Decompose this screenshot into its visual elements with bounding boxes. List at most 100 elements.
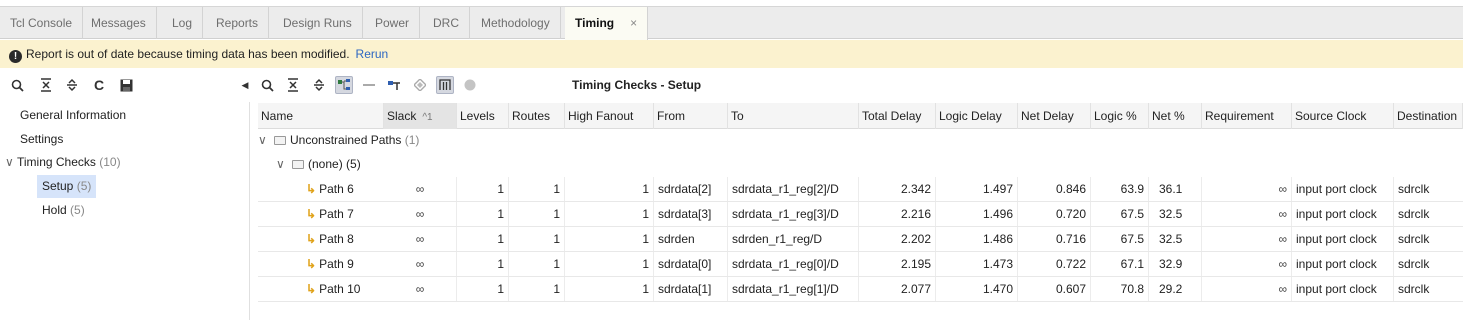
group-count: (1) [404,133,420,147]
rerun-link[interactable]: Rerun [356,47,389,61]
expand-all-icon[interactable] [63,76,81,94]
cell-levels: 1 [457,177,509,201]
column-header-net-delay[interactable]: Net Delay [1018,103,1091,129]
path-icon: ↳ [306,282,317,296]
tab-methodology[interactable]: Methodology [471,7,561,39]
tree-item-count: (10) [99,155,121,169]
cell-source-clock: input port clock [1292,177,1394,201]
tree-item-label: Hold [42,203,67,217]
path-icon: ↳ [306,207,317,221]
cell-net-delay: 0.716 [1018,227,1091,251]
cell-routes: 1 [509,252,565,276]
group-count: (5) [346,157,361,171]
column-header-destination[interactable]: Destination [1394,103,1463,129]
tab-power[interactable]: Power [365,7,421,39]
cell-requirement: ∞ [1202,202,1292,226]
tree-item-timing-checks[interactable]: ∨ Timing Checks (10) [5,151,121,174]
column-header-to[interactable]: To [728,103,859,129]
column-header-total-delay[interactable]: Total Delay [859,103,936,129]
report-tree: General Information Settings ∨ Timing Che… [0,102,250,320]
column-header-logic-delay[interactable]: Logic Delay [936,103,1018,129]
column-header-source-clock[interactable]: Source Clock [1292,103,1394,129]
folder-icon [274,136,286,145]
save-icon[interactable] [117,76,135,94]
cell-high-fanout: 1 [565,277,654,301]
cell-logic-percent: 67.1 [1091,252,1149,276]
cell-high-fanout: 1 [565,227,654,251]
column-header-from[interactable]: From [654,103,728,129]
cell-logic-delay: 1.470 [936,277,1018,301]
schematic-icon[interactable] [385,76,403,94]
splitter-arrow-icon[interactable]: ◀ [241,76,249,94]
search-icon[interactable] [258,76,276,94]
tree-item-hold[interactable]: Hold (5) [42,199,85,222]
group-label: Unconstrained Paths [290,133,402,147]
cell-routes: 1 [509,227,565,251]
minus-icon[interactable] [360,76,378,94]
column-header-levels[interactable]: Levels [457,103,509,129]
table-row[interactable]: ↳ Path 6 ∞ 1 1 1 sdrdata[2] sdrdata_r1_re… [258,177,1463,202]
table-row[interactable]: ↳ Path 10 ∞ 1 1 1 sdrdata[1] sdrdata_r1_r… [258,277,1463,302]
search-icon[interactable] [8,76,26,94]
chevron-down-icon[interactable]: ∨ [276,153,288,176]
cell-from: sdrdata[1] [654,277,728,301]
column-header-routes[interactable]: Routes [509,103,565,129]
diamond-icon[interactable] [411,76,429,94]
cell-destination: sdrclk [1398,182,1430,196]
expand-all-icon[interactable] [310,76,328,94]
hierarchy-icon[interactable] [335,76,353,94]
cell-slack: ∞ [384,227,457,251]
column-header-net-percent[interactable]: Net % [1149,103,1202,129]
tree-item-count: (5) [70,203,85,217]
cell-net-delay: 0.846 [1018,177,1091,201]
column-header-name[interactable]: Name [258,103,384,129]
cell-logic-delay: 1.496 [936,202,1018,226]
column-header-high-fanout[interactable]: High Fanout [565,103,654,129]
cell-logic-percent: 67.5 [1091,227,1149,251]
info-icon: ! [9,50,22,63]
tab-messages[interactable]: Messages [81,7,157,39]
tab-design-runs[interactable]: Design Runs [273,7,363,39]
cell-high-fanout: 1 [565,202,654,226]
chevron-down-icon[interactable]: ∨ [5,151,17,174]
close-icon[interactable]: × [630,16,637,30]
cell-to: sdrdata_r1_reg[0]/D [728,252,859,276]
table-row[interactable]: ↳ Path 8 ∞ 1 1 1 sdrden sdrden_r1_reg/D 2… [258,227,1463,252]
cell-destination: sdrclk [1398,207,1430,221]
cell-total-delay: 2.195 [859,252,936,276]
tab-timing[interactable]: Timing × [565,7,649,40]
cell-logic-delay: 1.497 [936,177,1018,201]
circle-icon[interactable] [461,76,479,94]
cell-logic-delay: 1.473 [936,252,1018,276]
tree-item-general-information[interactable]: General Information [20,104,126,127]
collapse-all-icon[interactable] [37,76,55,94]
columns-icon[interactable] [436,76,454,94]
cell-logic-delay: 1.486 [936,227,1018,251]
tree-item-setup[interactable]: Setup (5) [37,175,97,198]
cell-to: sdrdata_r1_reg[2]/D [728,177,859,201]
cell-routes: 1 [509,277,565,301]
group-none[interactable]: ∨ (none) (5) [276,153,361,176]
column-header-requirement[interactable]: Requirement [1202,103,1292,129]
tab-drc[interactable]: DRC [423,7,470,39]
tab-timing-label: Timing [575,16,615,30]
refresh-icon[interactable]: C [90,76,108,94]
tab-log[interactable]: Log [162,7,204,39]
chevron-down-icon[interactable]: ∨ [258,129,270,152]
path-icon: ↳ [306,232,317,246]
cell-from: sdrden [654,227,728,251]
column-header-logic-percent[interactable]: Logic % [1091,103,1149,129]
banner-text: Report is out of date because timing dat… [26,47,350,61]
tab-reports[interactable]: Reports [206,7,270,39]
cell-requirement: ∞ [1202,252,1292,276]
cell-source-clock: input port clock [1292,227,1394,251]
cell-net-delay: 0.720 [1018,202,1091,226]
column-header-slack[interactable]: Slack ^1 [384,103,457,129]
group-unconstrained-paths[interactable]: ∨ Unconstrained Paths (1) [258,129,419,152]
tab-tcl-console[interactable]: Tcl Console [0,7,84,39]
collapse-all-icon[interactable] [284,76,302,94]
table-row[interactable]: ↳ Path 7 ∞ 1 1 1 sdrdata[3] sdrdata_r1_re… [258,202,1463,227]
table-row[interactable]: ↳ Path 9 ∞ 1 1 1 sdrdata[0] sdrdata_r1_re… [258,252,1463,277]
cell-routes: 1 [509,177,565,201]
tree-item-settings[interactable]: Settings [20,128,63,151]
